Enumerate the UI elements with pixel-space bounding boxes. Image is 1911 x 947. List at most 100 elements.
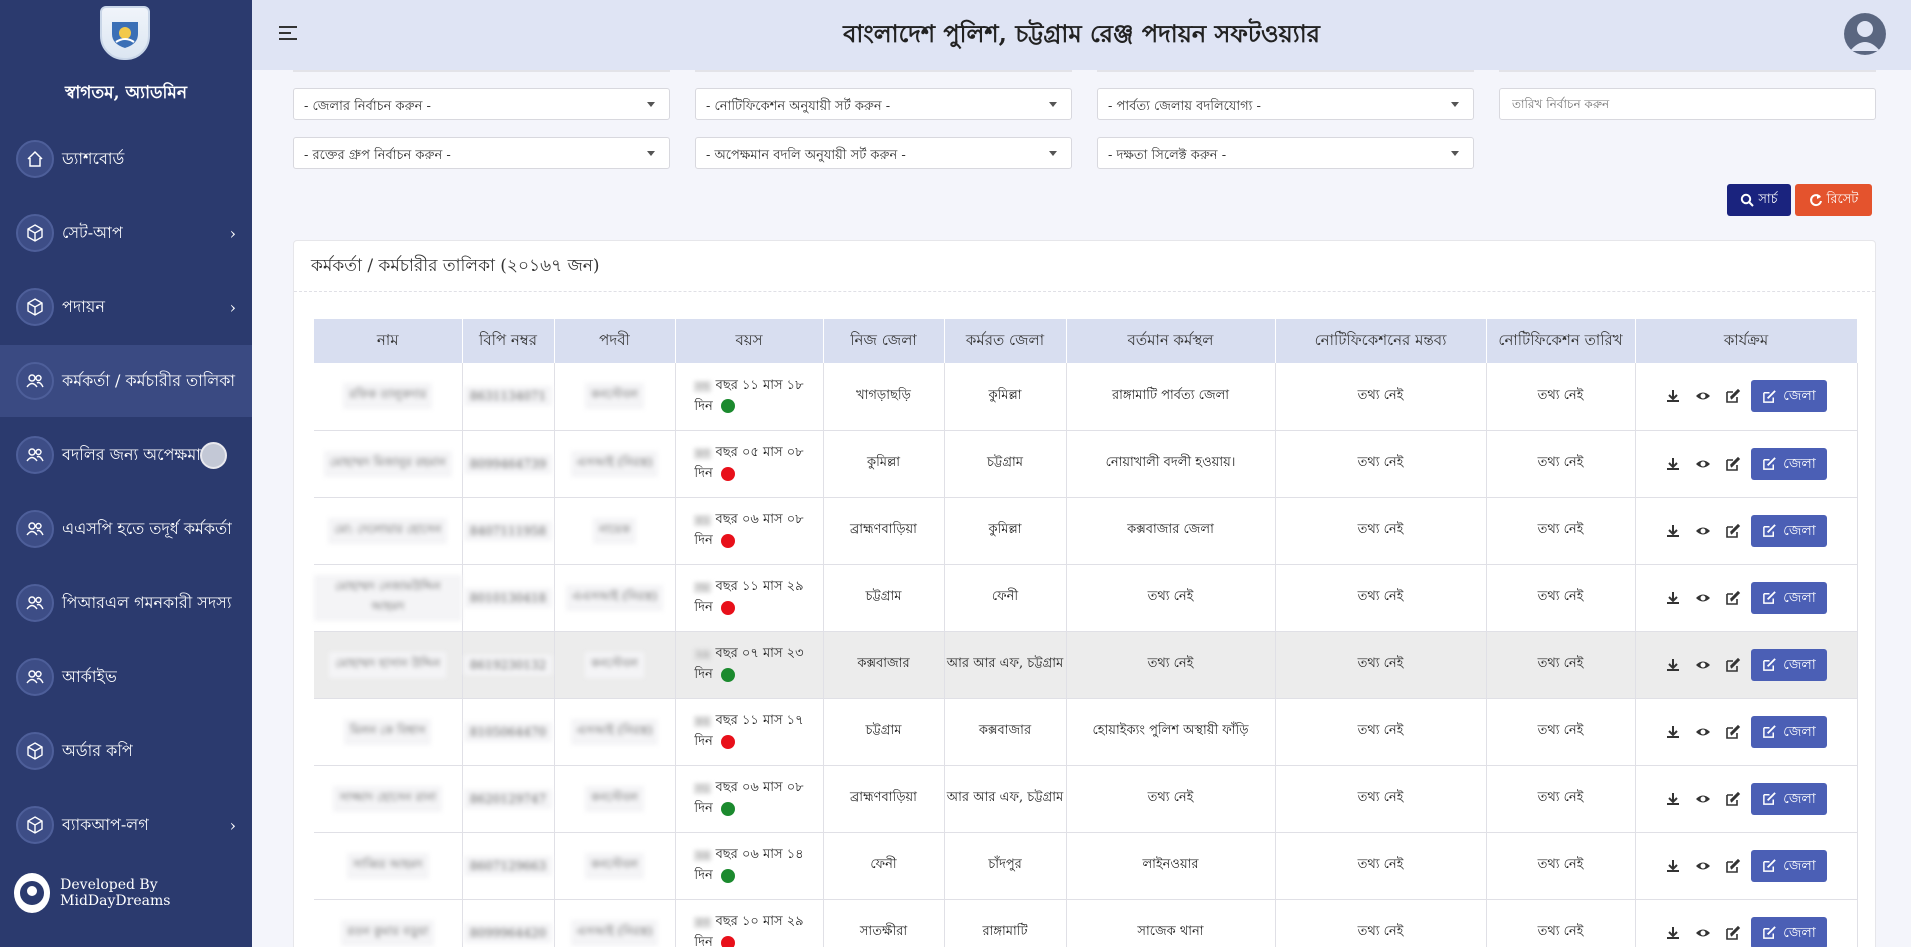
view-icon[interactable] <box>1695 456 1711 472</box>
cube-icon <box>16 732 54 770</box>
download-icon[interactable] <box>1665 590 1681 606</box>
edit-icon[interactable] <box>1725 523 1741 539</box>
skill-select[interactable]: - দক্ষতা সিলেক্ট করুন - <box>1097 137 1474 169</box>
edit-icon[interactable] <box>1725 590 1741 606</box>
search-button[interactable]: সার্চ <box>1727 184 1791 216</box>
column-header[interactable]: নোটিফিকেশন তারিখ <box>1486 319 1636 363</box>
users-icon <box>16 584 54 622</box>
status-dot <box>720 734 735 749</box>
district-button[interactable]: জেলা <box>1751 782 1827 815</box>
notification-sort-value: - নোটিফিকেশন অনুযায়ী সর্ট করুন - <box>706 99 891 114</box>
view-icon[interactable] <box>1695 858 1711 874</box>
sidebar-item[interactable]: এএসপি হতে তদূর্ধ কর্মকর্তা <box>0 493 252 565</box>
edit-icon[interactable] <box>1725 858 1741 874</box>
chevron-down-icon <box>1451 151 1459 156</box>
table-row[interactable]: মোহাম্মদ নেজামউদ্দিন আহমদ 8010130418 এএসআই… <box>314 564 1858 632</box>
download-icon[interactable] <box>1665 388 1681 404</box>
download-icon[interactable] <box>1665 456 1681 472</box>
sidebar-item[interactable]: অর্ডার কপি <box>0 715 252 787</box>
current-workplace-cell: নোয়াখালী বদলী হওয়ায়। <box>1066 430 1276 498</box>
column-header[interactable]: বর্তমান কর্মস্থল <box>1066 319 1276 363</box>
bp-cell: 8010130418 <box>462 564 555 632</box>
hill-transfer-select[interactable]: - পার্বত্য জেলায় বদলিযোগ্য - <box>1097 88 1474 120</box>
edit-icon[interactable] <box>1725 456 1741 472</box>
column-header[interactable]: নাম <box>314 319 463 363</box>
blood-group-select[interactable]: - রক্তের গ্রুপ নির্বাচন করুন - <box>293 137 670 169</box>
column-header[interactable]: বয়স <box>675 319 824 363</box>
download-icon[interactable] <box>1665 791 1681 807</box>
district-button[interactable]: জেলা <box>1751 380 1827 413</box>
sidebar-item[interactable]: ব্যাকআপ-লগ › <box>0 789 252 861</box>
sidebar-item[interactable]: ড্যাশবোর্ড <box>0 123 252 195</box>
column-header[interactable]: কর্মরত জেলা <box>944 319 1067 363</box>
waiting-transfer-sort-select[interactable]: - অপেক্ষমান বদলি অনুযায়ী সর্ট করুন - <box>695 137 1072 169</box>
column-header[interactable]: কার্যক্রম <box>1635 319 1858 363</box>
blurred-name: সাব্বির আহমদ <box>346 852 429 879</box>
district-button[interactable]: জেলা <box>1751 849 1827 882</box>
sidebar-item[interactable]: পদায়ন › <box>0 271 252 343</box>
users-icon <box>16 436 54 474</box>
table-row[interactable]: মোহাম্মদ হাসান উদ্দিন 8619230132 কনস্টেবল ২… <box>314 631 1858 699</box>
view-icon[interactable] <box>1695 724 1711 740</box>
edit-icon[interactable] <box>1725 657 1741 673</box>
blurred-rank: এএসআই (নিরস্ত্র) <box>565 584 664 611</box>
district-button[interactable]: জেলা <box>1751 581 1827 614</box>
column-header[interactable]: পদবী <box>554 319 676 363</box>
district-button[interactable]: জেলা <box>1751 715 1827 748</box>
cube-icon <box>16 288 54 326</box>
blurred-age-years: ২৯ <box>694 649 712 660</box>
district-button[interactable]: জেলা <box>1751 447 1827 480</box>
notification-sort-select[interactable]: - নোটিফিকেশন অনুযায়ী সর্ট করুন - <box>695 88 1072 120</box>
download-icon[interactable] <box>1665 657 1681 673</box>
column-header[interactable]: নিজ জেলা <box>823 319 945 363</box>
view-icon[interactable] <box>1695 791 1711 807</box>
download-icon[interactable] <box>1665 523 1681 539</box>
district-button[interactable]: জেলা <box>1751 514 1827 547</box>
sidebar: স্বাগতম, অ্যাডমিন ড্যাশবোর্ড সেট-আপ › পদায়… <box>0 0 252 947</box>
district-button[interactable]: জেলা <box>1751 916 1827 947</box>
sidebar-item[interactable]: পিআরএল গমনকারী সদস্য <box>0 567 252 639</box>
sidebar-item[interactable]: আর্কাইভ <box>0 641 252 713</box>
sidebar-item[interactable]: সেট-আপ › <box>0 197 252 269</box>
column-header[interactable]: বিপি নম্বর <box>462 319 555 363</box>
view-icon[interactable] <box>1695 388 1711 404</box>
edit-icon <box>1763 792 1776 805</box>
table-row[interactable]: মোহাম্মদ মিজানুর রহমান 8099464739 এসআই (নি… <box>314 430 1858 498</box>
table-row[interactable]: রফিক তালুকদার 8631134071 কনস্টেবল ৩৭ বছর ১১… <box>314 363 1858 431</box>
blurred-bp-number: 8010130418 <box>463 587 553 608</box>
edit-icon[interactable] <box>1725 388 1741 404</box>
blurred-bp-number: 8099964420 <box>463 922 553 943</box>
view-icon[interactable] <box>1695 657 1711 673</box>
sidebar-item-label: পিআরএল গমনকারী সদস্য <box>62 592 232 612</box>
table-row[interactable]: সাজ্জাদ হোসেন রানা 8620129747 কনস্টেবল ৩১ ব… <box>314 765 1858 833</box>
table-row[interactable]: সাব্বির আহমদ 8607129663 কনস্টেবল ২৬ বছর ০৬ … <box>314 832 1858 900</box>
blurred-bp-number: 8607129663 <box>463 855 553 876</box>
reset-button[interactable]: রিসেট <box>1795 184 1872 216</box>
download-icon[interactable] <box>1665 925 1681 941</box>
age-text: বছর ১০ মাস ২৯ <box>715 914 804 929</box>
edit-icon[interactable] <box>1725 724 1741 740</box>
column-header[interactable]: নোটিফিকেশনের মন্তব্য <box>1275 319 1487 363</box>
sidebar-item[interactable]: বদলির জন্য অপেক্ষমান <box>0 419 252 491</box>
download-icon[interactable] <box>1665 858 1681 874</box>
user-avatar[interactable] <box>1844 13 1886 55</box>
download-icon[interactable] <box>1665 724 1681 740</box>
view-icon[interactable] <box>1695 925 1711 941</box>
age-text: বছর ১১ মাস ১৮ <box>715 377 804 393</box>
sidebar-item-label: অর্ডার কপি <box>62 740 133 760</box>
sidebar-item[interactable]: কর্মকর্তা / কর্মচারীর তালিকা <box>0 345 252 417</box>
edit-icon[interactable] <box>1725 925 1741 941</box>
age-day-text: দিন <box>694 398 713 414</box>
sidebar-item-label: ব্যাকআপ-লগ <box>62 814 149 834</box>
view-icon[interactable] <box>1695 590 1711 606</box>
notification-note-cell: তথ্য নেই <box>1275 765 1487 833</box>
view-icon[interactable] <box>1695 523 1711 539</box>
table-row[interactable]: রতন কুমার বড়ুয়া 8099964420 এসআই (নিরস্ত্… <box>314 899 1858 947</box>
table-row[interactable]: মো: দেলোয়ার হোসেন 8407111958 নায়েক ৫১ বছর… <box>314 497 1858 565</box>
district-button[interactable]: জেলা <box>1751 648 1827 681</box>
table-row[interactable]: মিলন কে বিশ্বাস 8105064470 এসআই (নিরস্ত্র)… <box>314 698 1858 766</box>
edit-icon[interactable] <box>1725 791 1741 807</box>
district-select[interactable]: - জেলার নির্বাচন করুন - <box>293 88 670 120</box>
date-input[interactable] <box>1499 88 1876 120</box>
home-district-cell: কুমিল্লা <box>823 430 945 498</box>
